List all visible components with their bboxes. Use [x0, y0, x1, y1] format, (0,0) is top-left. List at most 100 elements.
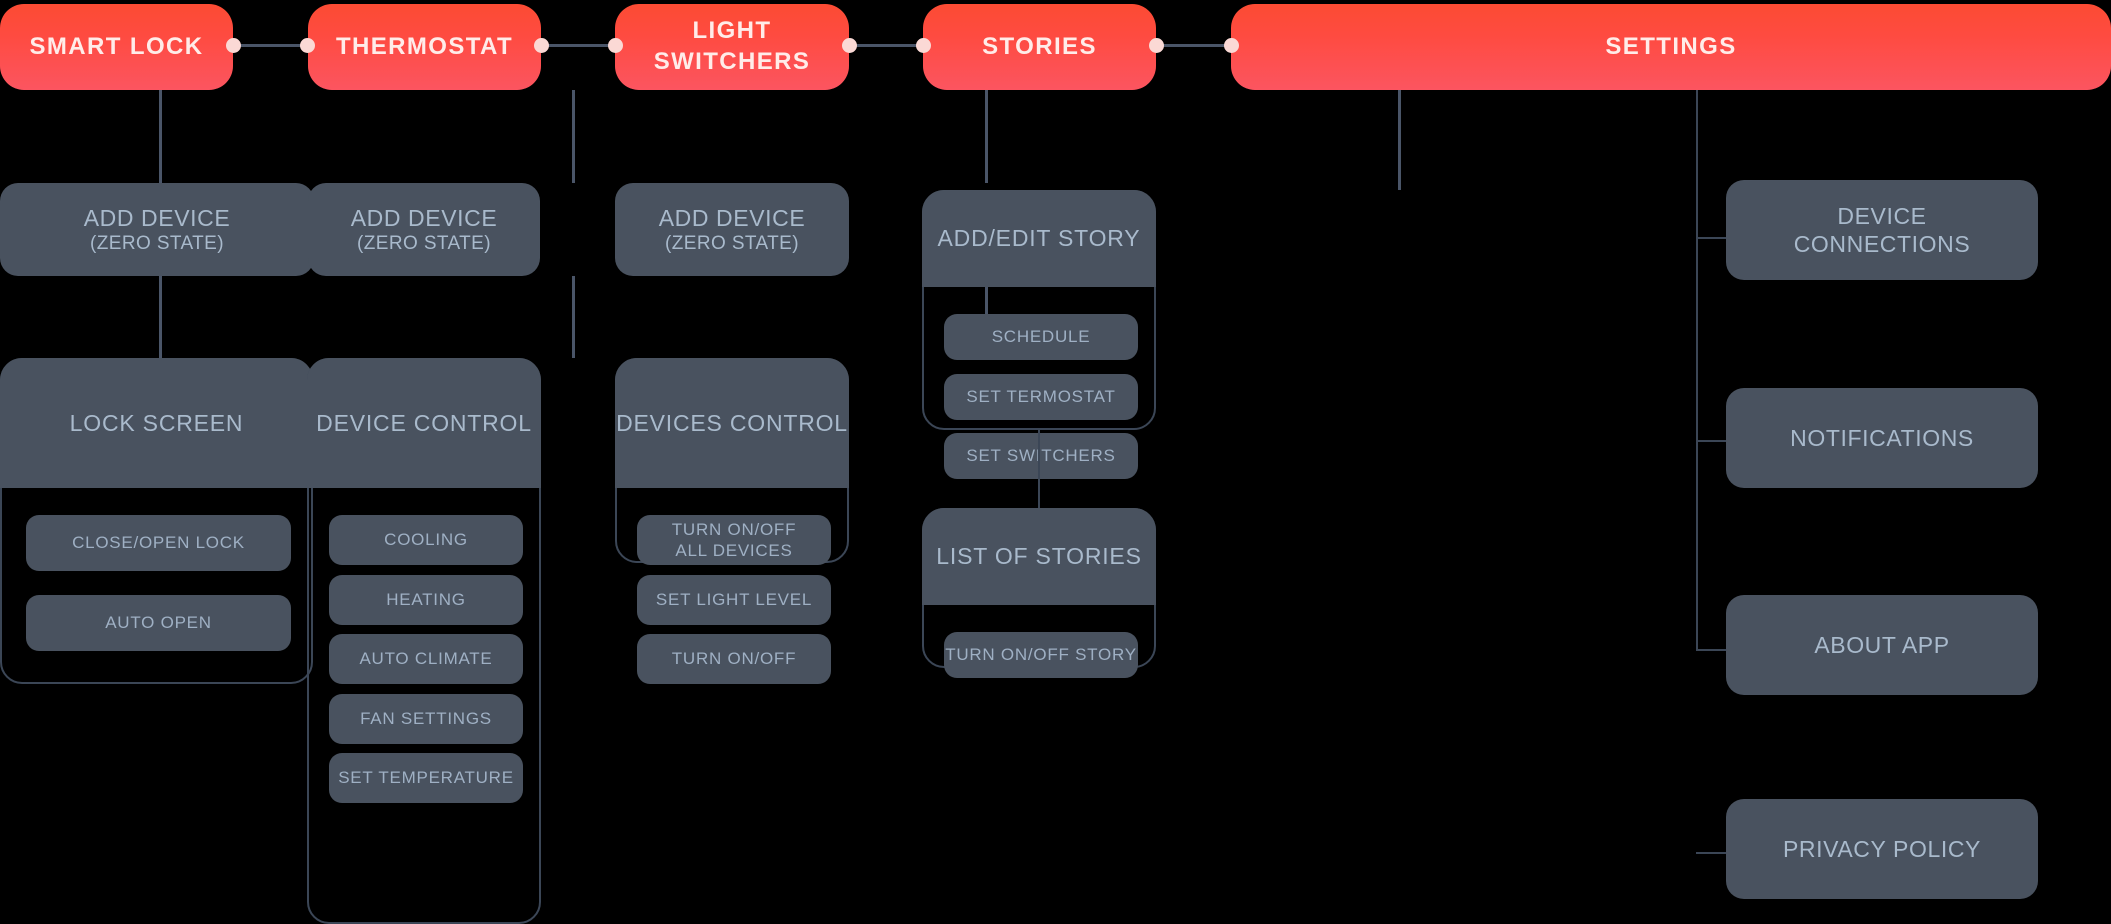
top-node-light-switchers-label: LIGHT SWITCHERS	[654, 16, 811, 77]
connector-thermostat-adddevice-to-devicecontrol	[572, 276, 575, 358]
pill-turn-on-off-label: TURN ON/OFF	[671, 649, 797, 669]
pill-set-switchers-label: SET SWITCHERS	[966, 446, 1116, 466]
connector-dot-thermostat-right	[534, 38, 549, 53]
connector-settings-trunk	[1696, 90, 1698, 650]
connector-dot-lightswitchers-right	[842, 38, 857, 53]
rail-smartlock-thermostat	[233, 44, 308, 47]
pill-set-temperature-label: SET TEMPERATURE	[338, 768, 514, 788]
card-privacy-policy[interactable]: PRIVACY POLICY	[1726, 799, 2038, 899]
card-add-device-smart-lock-label: ADD DEVICE (ZERO STATE)	[84, 204, 231, 255]
connector-settings-stub-about-app	[1696, 649, 1726, 651]
group-devices-control-header[interactable]: DEVICES CONTROL	[615, 358, 849, 488]
top-node-thermostat[interactable]: THERMOSTAT	[308, 4, 541, 90]
card-add-device-light-switchers-subtitle: (ZERO STATE)	[665, 232, 799, 254]
connector-smartlock-adddevice-to-lockscreen	[159, 276, 162, 358]
card-add-device-smart-lock-subtitle: (ZERO STATE)	[90, 232, 224, 254]
pill-turn-on-off-story[interactable]: TURN ON/OFF STORY	[944, 632, 1138, 678]
pill-close-open-lock[interactable]: CLOSE/OPEN LOCK	[26, 515, 291, 571]
connector-settings-stub-notifications	[1696, 440, 1726, 442]
group-list-of-stories-title: LIST OF STORIES	[936, 543, 1142, 569]
top-node-light-switchers[interactable]: LIGHT SWITCHERS	[615, 4, 849, 90]
card-notifications-label: NOTIFICATIONS	[1790, 424, 1974, 451]
pill-set-temperature[interactable]: SET TEMPERATURE	[329, 753, 523, 803]
pill-set-termostat-label: SET TERMOSTAT	[966, 387, 1116, 407]
card-privacy-policy-label: PRIVACY POLICY	[1782, 835, 1981, 862]
pill-close-open-lock-label: CLOSE/OPEN LOCK	[72, 533, 245, 553]
pill-turn-on-off[interactable]: TURN ON/OFF	[637, 634, 831, 684]
sitemap-diagram: SMART LOCK THERMOSTAT LIGHT SWITCHERS ST…	[0, 0, 2111, 924]
connector-dot-settings-left	[1224, 38, 1239, 53]
card-notifications[interactable]: NOTIFICATIONS	[1726, 388, 2038, 488]
rail-stories-settings	[1156, 44, 1231, 47]
pill-set-light-level-label: SET LIGHT LEVEL	[655, 590, 813, 610]
top-node-light-switchers-label-line2: SWITCHERS	[653, 48, 811, 75]
pill-auto-open-label: AUTO OPEN	[105, 613, 212, 633]
connector-thermostat-down	[572, 90, 575, 183]
card-device-connections-line1: DEVICE	[1837, 202, 1927, 229]
pill-turn-on-off-all-devices-line1: TURN ON/OFF	[671, 519, 797, 539]
card-add-device-light-switchers[interactable]: ADD DEVICE (ZERO STATE)	[615, 183, 849, 276]
rail-thermostat-lightswitchers	[541, 44, 615, 47]
connector-dot-stories-right	[1149, 38, 1164, 53]
card-device-connections-line2: CONNECTIONS	[1793, 231, 1971, 257]
pill-auto-open[interactable]: AUTO OPEN	[26, 595, 291, 651]
pill-auto-climate-label: AUTO CLIMATE	[359, 649, 493, 669]
group-add-edit-story-header[interactable]: ADD/EDIT STORY	[922, 190, 1156, 287]
pill-heating[interactable]: HEATING	[329, 575, 523, 625]
connector-addeditstory-to-listofstories	[1038, 430, 1040, 508]
connector-dot-lightswitchers-left	[608, 38, 623, 53]
pill-schedule[interactable]: SCHEDULE	[944, 314, 1138, 360]
pill-turn-on-off-all-devices[interactable]: TURN ON/OFF ALL DEVICES	[637, 515, 831, 565]
top-node-stories-label: STORIES	[982, 32, 1097, 60]
top-node-thermostat-label: THERMOSTAT	[335, 32, 514, 60]
top-node-settings[interactable]: SETTINGS	[1231, 4, 2111, 90]
card-about-app-label: ABOUT APP	[1814, 631, 1950, 658]
group-list-of-stories-header[interactable]: LIST OF STORIES	[922, 508, 1156, 605]
card-add-device-thermostat[interactable]: ADD DEVICE (ZERO STATE)	[308, 183, 540, 276]
connector-dot-smartlock-right	[226, 38, 241, 53]
rail-lightswitchers-stories	[849, 44, 923, 47]
card-add-device-thermostat-label: ADD DEVICE (ZERO STATE)	[351, 204, 498, 255]
group-devices-control: DEVICES CONTROL TURN ON/OFF ALL DEVICES …	[615, 358, 849, 684]
card-about-app[interactable]: ABOUT APP	[1726, 595, 2038, 695]
card-add-device-light-switchers-label: ADD DEVICE (ZERO STATE)	[659, 204, 806, 255]
connector-settings-stub-privacy-policy	[1696, 852, 1726, 854]
card-add-device-smart-lock[interactable]: ADD DEVICE (ZERO STATE)	[0, 183, 314, 276]
pill-turn-on-off-all-devices-line2: ALL DEVICES	[675, 541, 793, 560]
top-node-settings-label: SETTINGS	[1605, 32, 1737, 60]
group-device-control-header[interactable]: DEVICE CONTROL	[307, 358, 541, 488]
group-lock-screen-title: LOCK SCREEN	[69, 409, 244, 436]
group-add-edit-story-title: ADD/EDIT STORY	[937, 225, 1141, 251]
group-lock-screen-header[interactable]: LOCK SCREEN	[0, 358, 313, 488]
pill-cooling-label: COOLING	[384, 530, 468, 550]
group-device-control-title: DEVICE CONTROL	[316, 409, 532, 436]
pill-fan-settings[interactable]: FAN SETTINGS	[329, 694, 523, 744]
top-node-light-switchers-label-line1: LIGHT	[692, 17, 772, 45]
pill-set-light-level[interactable]: SET LIGHT LEVEL	[637, 575, 831, 625]
card-add-device-smart-lock-title: ADD DEVICE	[83, 204, 231, 231]
connector-settings-stub-device-connections	[1696, 237, 1726, 239]
pill-cooling[interactable]: COOLING	[329, 515, 523, 565]
connector-stories-down	[1398, 90, 1401, 190]
card-device-connections-label: DEVICE CONNECTIONS	[1794, 202, 1971, 258]
pill-fan-settings-label: FAN SETTINGS	[360, 709, 492, 729]
top-node-stories[interactable]: STORIES	[923, 4, 1156, 90]
group-list-of-stories: LIST OF STORIES TURN ON/OFF STORY	[922, 508, 1156, 678]
card-add-device-thermostat-title: ADD DEVICE	[350, 204, 498, 231]
pill-turn-on-off-story-label: TURN ON/OFF STORY	[945, 645, 1137, 665]
connector-smartlock-down	[159, 90, 162, 183]
group-add-edit-story: ADD/EDIT STORY SCHEDULE SET TERMOSTAT SE…	[922, 190, 1156, 479]
pill-set-termostat[interactable]: SET TERMOSTAT	[944, 374, 1138, 420]
card-add-device-light-switchers-title: ADD DEVICE	[658, 204, 806, 231]
top-node-smart-lock-label: SMART LOCK	[29, 32, 204, 60]
top-node-smart-lock[interactable]: SMART LOCK	[0, 4, 233, 90]
connector-dot-thermostat-left	[300, 38, 315, 53]
group-lock-screen: LOCK SCREEN CLOSE/OPEN LOCK AUTO OPEN	[0, 358, 313, 684]
card-device-connections[interactable]: DEVICE CONNECTIONS	[1726, 180, 2038, 280]
pill-set-switchers[interactable]: SET SWITCHERS	[944, 433, 1138, 479]
connector-dot-stories-left	[916, 38, 931, 53]
group-device-control: DEVICE CONTROL COOLING HEATING AUTO CLIM…	[307, 358, 541, 924]
connector-lightswitchers-down	[985, 90, 988, 183]
pill-auto-climate[interactable]: AUTO CLIMATE	[329, 634, 523, 684]
pill-heating-label: HEATING	[386, 590, 466, 610]
